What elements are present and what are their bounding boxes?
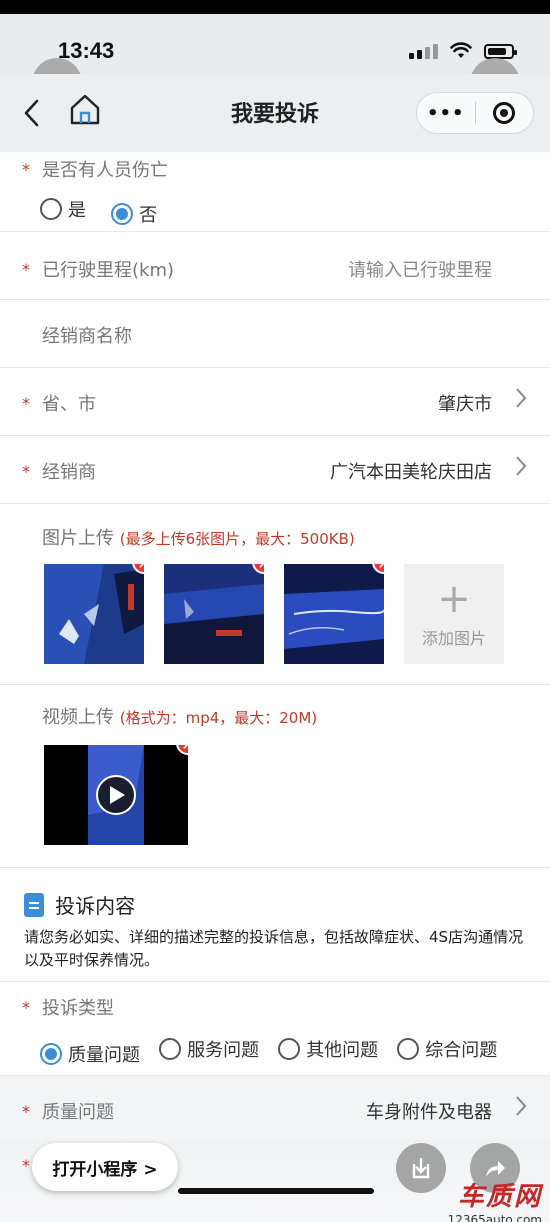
add-image-button[interactable]: + 添加图片 — [404, 564, 504, 664]
video-upload-title: 视频上传 — [42, 707, 114, 728]
video-upload-row: 视频上传 (格式为：mp4，最大：20M) ✕ — [0, 685, 550, 868]
uploaded-photo-2[interactable]: ✕ — [164, 564, 264, 664]
device-bezel — [0, 0, 550, 14]
uploaded-video[interactable]: ✕ — [44, 745, 188, 845]
watermark: 车质网 12365auto.com — [448, 1176, 542, 1222]
required-mark: * — [22, 1156, 30, 1175]
chevron-right-icon — [514, 454, 528, 484]
mileage-input[interactable]: 请输入已行驶里程 — [348, 256, 492, 282]
casualty-options: 是 否 — [40, 196, 177, 227]
miniprogram-capsule: ••• — [416, 92, 534, 134]
required-mark: * — [22, 1102, 30, 1121]
radio-icon — [40, 198, 62, 220]
casualty-option-yes[interactable]: 是 — [40, 196, 86, 222]
required-mark: * — [22, 462, 30, 481]
complaint-type-row: * 投诉类型 质量问题 服务问题 其他问题 综合问题 — [0, 982, 550, 1076]
add-image-label: 添加图片 — [421, 629, 486, 648]
image-upload-title: 图片上传 — [42, 528, 114, 549]
complaint-content-description: 请您务必如实、详细的描述完整的投诉信息，包括故障症状、4S店沟通情况以及平时保养… — [24, 928, 524, 969]
watermark-url: 12365auto.com — [447, 1213, 542, 1222]
option-label: 否 — [139, 205, 158, 226]
quality-issue-value: 车身附件及电器 — [366, 1102, 492, 1123]
form-content: * 是否有人员伤亡 是 否 * 已行驶里程(km) 请输入已行驶里程 经销商名称… — [0, 152, 550, 1144]
province-city-value: 肇庆市 — [438, 394, 492, 415]
option-label: 质量问题 — [68, 1045, 140, 1066]
plus-icon: + — [437, 576, 471, 622]
complaint-content-header: 投诉内容 — [24, 890, 135, 919]
radio-selected-icon — [111, 203, 134, 225]
complaint-type-other[interactable]: 其他问题 — [278, 1036, 378, 1062]
radio-icon — [397, 1038, 420, 1060]
option-label: 综合问题 — [425, 1040, 498, 1061]
status-bar: 13:43 — [0, 14, 550, 74]
image-upload-hint: (最多上传6张图片，最大：500KB) — [119, 530, 355, 548]
complaint-type-service[interactable]: 服务问题 — [159, 1036, 259, 1062]
dealer-name-field[interactable]: 经销商名称 — [42, 322, 132, 348]
dealer-name-row[interactable]: 经销商名称 — [0, 300, 550, 368]
option-label: 是 — [68, 200, 86, 221]
radio-selected-icon — [40, 1043, 62, 1065]
signal-icon — [409, 44, 438, 59]
home-indicator — [178, 1188, 374, 1194]
mileage-row[interactable]: * 已行驶里程(km) 请输入已行驶里程 — [0, 232, 550, 300]
complaint-content-section: 投诉内容 请您务必如实、详细的描述完整的投诉信息，包括故障症状、4S店沟通情况以… — [0, 868, 550, 982]
radio-icon — [278, 1038, 301, 1060]
chevron-right-icon — [514, 386, 528, 416]
province-city-row[interactable]: * 省、市 肇庆市 — [0, 368, 550, 436]
casualty-option-no[interactable]: 否 — [111, 201, 157, 227]
capsule-close-icon[interactable] — [476, 102, 534, 124]
image-upload-row: 图片上传 (最多上传6张图片，最大：500KB) ✕ ✕ — [0, 504, 550, 685]
casualty-label: 是否有人员伤亡 — [42, 160, 168, 181]
download-icon[interactable] — [396, 1143, 446, 1193]
complaint-type-options: 质量问题 服务问题 其他问题 综合问题 — [40, 1036, 497, 1067]
complaint-type-label: 投诉类型 — [42, 998, 114, 1019]
complaint-type-quality[interactable]: 质量问题 — [40, 1041, 140, 1067]
video-upload-label: 视频上传 (格式为：mp4，最大：20M) — [42, 703, 317, 729]
dealer-value: 广汽本田美轮庆田店 — [330, 462, 492, 483]
chevron-right-icon — [514, 1094, 528, 1124]
capsule-more-icon[interactable]: ••• — [417, 103, 475, 124]
complaint-type-comprehensive[interactable]: 综合问题 — [397, 1036, 497, 1062]
quality-issue-row[interactable]: * 质量问题 车身附件及电器 — [0, 1076, 550, 1144]
video-upload-hint: (格式为：mp4，最大：20M) — [119, 709, 318, 727]
province-city-label: 省、市 — [42, 394, 96, 415]
mileage-label: 已行驶里程(km) — [42, 260, 175, 281]
required-mark: * — [22, 260, 30, 279]
option-label: 其他问题 — [306, 1040, 379, 1061]
required-mark: * — [22, 394, 30, 413]
uploaded-photo-1[interactable]: ✕ — [44, 564, 144, 664]
required-mark: * — [22, 160, 30, 179]
navigation-bar: 我要投诉 ••• — [0, 74, 550, 152]
status-icons — [409, 42, 517, 59]
dealer-row[interactable]: * 经销商 广汽本田美轮庆田店 — [0, 436, 550, 504]
radio-icon — [159, 1038, 182, 1060]
battery-icon — [484, 44, 517, 59]
complaint-content-title: 投诉内容 — [55, 894, 136, 918]
document-icon — [24, 892, 44, 917]
image-upload-label: 图片上传 (最多上传6张图片，最大：500KB) — [42, 524, 355, 550]
option-label: 服务问题 — [187, 1040, 260, 1061]
dealer-label: 经销商 — [42, 462, 96, 483]
wifi-icon — [450, 42, 472, 58]
casualty-row: * 是否有人员伤亡 是 否 — [0, 152, 550, 232]
required-mark: * — [22, 998, 30, 1017]
uploaded-photo-3[interactable]: ✕ — [284, 564, 384, 664]
open-miniprogram-button[interactable]: 打开小程序 > — [32, 1143, 178, 1191]
quality-issue-label: 质量问题 — [42, 1102, 114, 1123]
watermark-brand: 车质网 — [457, 1182, 542, 1212]
